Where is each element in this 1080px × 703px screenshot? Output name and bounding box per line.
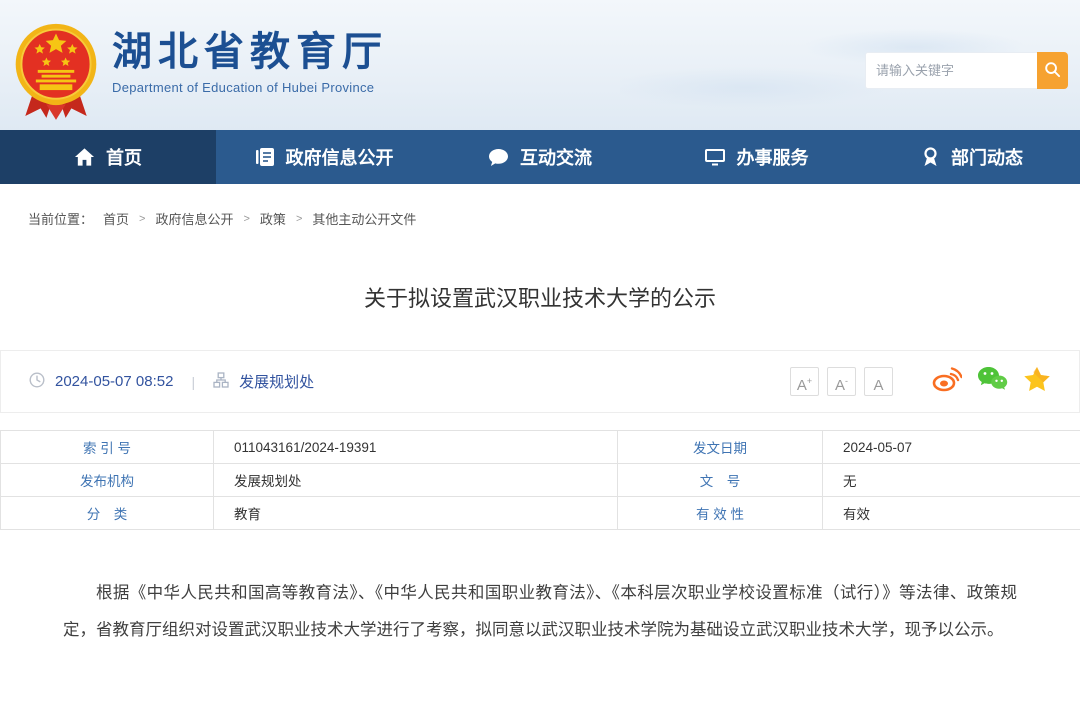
publisher-label: 发布机构 [1,464,214,497]
issue-date-label: 发文日期 [618,431,823,464]
publisher-value: 发展规划处 [214,464,618,497]
font-size-controls: A+ A- A [790,367,893,396]
weibo-icon[interactable] [932,366,962,397]
site-header: 湖北省教育厅 Department of Education of Hubei … [0,0,1080,130]
publish-department[interactable]: 发展规划处 [239,371,314,392]
nav-item-services[interactable]: 办事服务 [648,130,864,184]
search-icon [1044,61,1061,81]
nav-label: 部门动态 [951,144,1023,170]
category-value: 教育 [214,497,618,530]
site-title: 湖北省教育厅 [112,30,388,74]
article-body-paragraph: 根据《中华人民共和国高等教育法》、《中华人民共和国职业教育法》、《本科层次职业学… [63,575,1017,649]
nav-item-home[interactable]: 首页 [0,130,216,184]
document-info-table: 索 引 号 011043161/2024-19391 发文日期 2024-05-… [0,430,1080,530]
home-icon [74,147,95,167]
clock-icon [29,372,45,392]
site-search [865,52,1068,89]
font-increase-button[interactable]: A+ [790,367,819,396]
qzone-icon[interactable] [1023,366,1051,398]
breadcrumb-separator: > [139,213,145,225]
table-row: 索 引 号 011043161/2024-19391 发文日期 2024-05-… [1,431,1080,464]
breadcrumb-label: 当前位置： [28,209,93,228]
validity-label: 有 效 性 [618,497,823,530]
search-input[interactable] [865,52,1037,89]
nav-label: 首页 [106,144,142,170]
issue-date-value: 2024-05-07 [823,431,1080,464]
site-subtitle: Department of Education of Hubei Provinc… [112,80,388,95]
site-brand: 湖北省教育厅 Department of Education of Hubei … [112,30,388,95]
article-meta-right: A+ A- A [790,366,1051,398]
publish-datetime: 2024-05-07 08:52 [55,373,173,390]
wechat-icon[interactable] [977,366,1008,397]
font-reset-button[interactable]: A [864,367,893,396]
font-decrease-button[interactable]: A- [827,367,856,396]
index-number-value: 011043161/2024-19391 [214,431,618,464]
breadcrumb-item-home[interactable]: 首页 [103,209,129,228]
search-button[interactable] [1037,52,1068,89]
breadcrumb-item-policy[interactable]: 政策 [260,209,286,228]
breadcrumb-separator: > [296,213,302,225]
doc-number-value: 无 [823,464,1080,497]
category-label: 分 类 [1,497,214,530]
nav-item-interaction[interactable]: 互动交流 [432,130,648,184]
main-nav: 首页 政府信息公开 互动交流 办事 [0,130,1080,184]
nav-label: 互动交流 [520,144,592,170]
article-title: 关于拟设置武汉职业技术大学的公示 [0,281,1080,313]
chat-icon [488,148,509,167]
breadcrumb: 当前位置： 首页 > 政府信息公开 > 政策 > 其他主动公开文件 [0,184,1080,228]
nav-item-gov-info[interactable]: 政府信息公开 [216,130,432,184]
validity-value: 有效 [823,497,1080,530]
index-number-label: 索 引 号 [1,431,214,464]
article-meta-bar: 2024-05-07 08:52 | 发展规划处 A+ A- A [0,350,1080,413]
meta-separator: | [191,374,195,390]
badge-icon [921,147,940,167]
table-row: 分 类 教育 有 效 性 有效 [1,497,1080,530]
breadcrumb-item-other-files[interactable]: 其他主动公开文件 [312,209,416,228]
nav-label: 政府信息公开 [286,144,394,170]
doc-number-label: 文 号 [618,464,823,497]
article-meta-left: 2024-05-07 08:52 | 发展规划处 [29,371,314,392]
breadcrumb-item-gov-info[interactable]: 政府信息公开 [155,209,233,228]
monitor-icon [704,148,726,167]
nav-item-department-news[interactable]: 部门动态 [864,130,1080,184]
nav-label: 办事服务 [737,144,809,170]
table-row: 发布机构 发展规划处 文 号 无 [1,464,1080,497]
document-icon [255,147,275,167]
breadcrumb-separator: > [243,213,249,225]
national-emblem-logo [8,12,104,129]
sitemap-icon [213,372,229,392]
